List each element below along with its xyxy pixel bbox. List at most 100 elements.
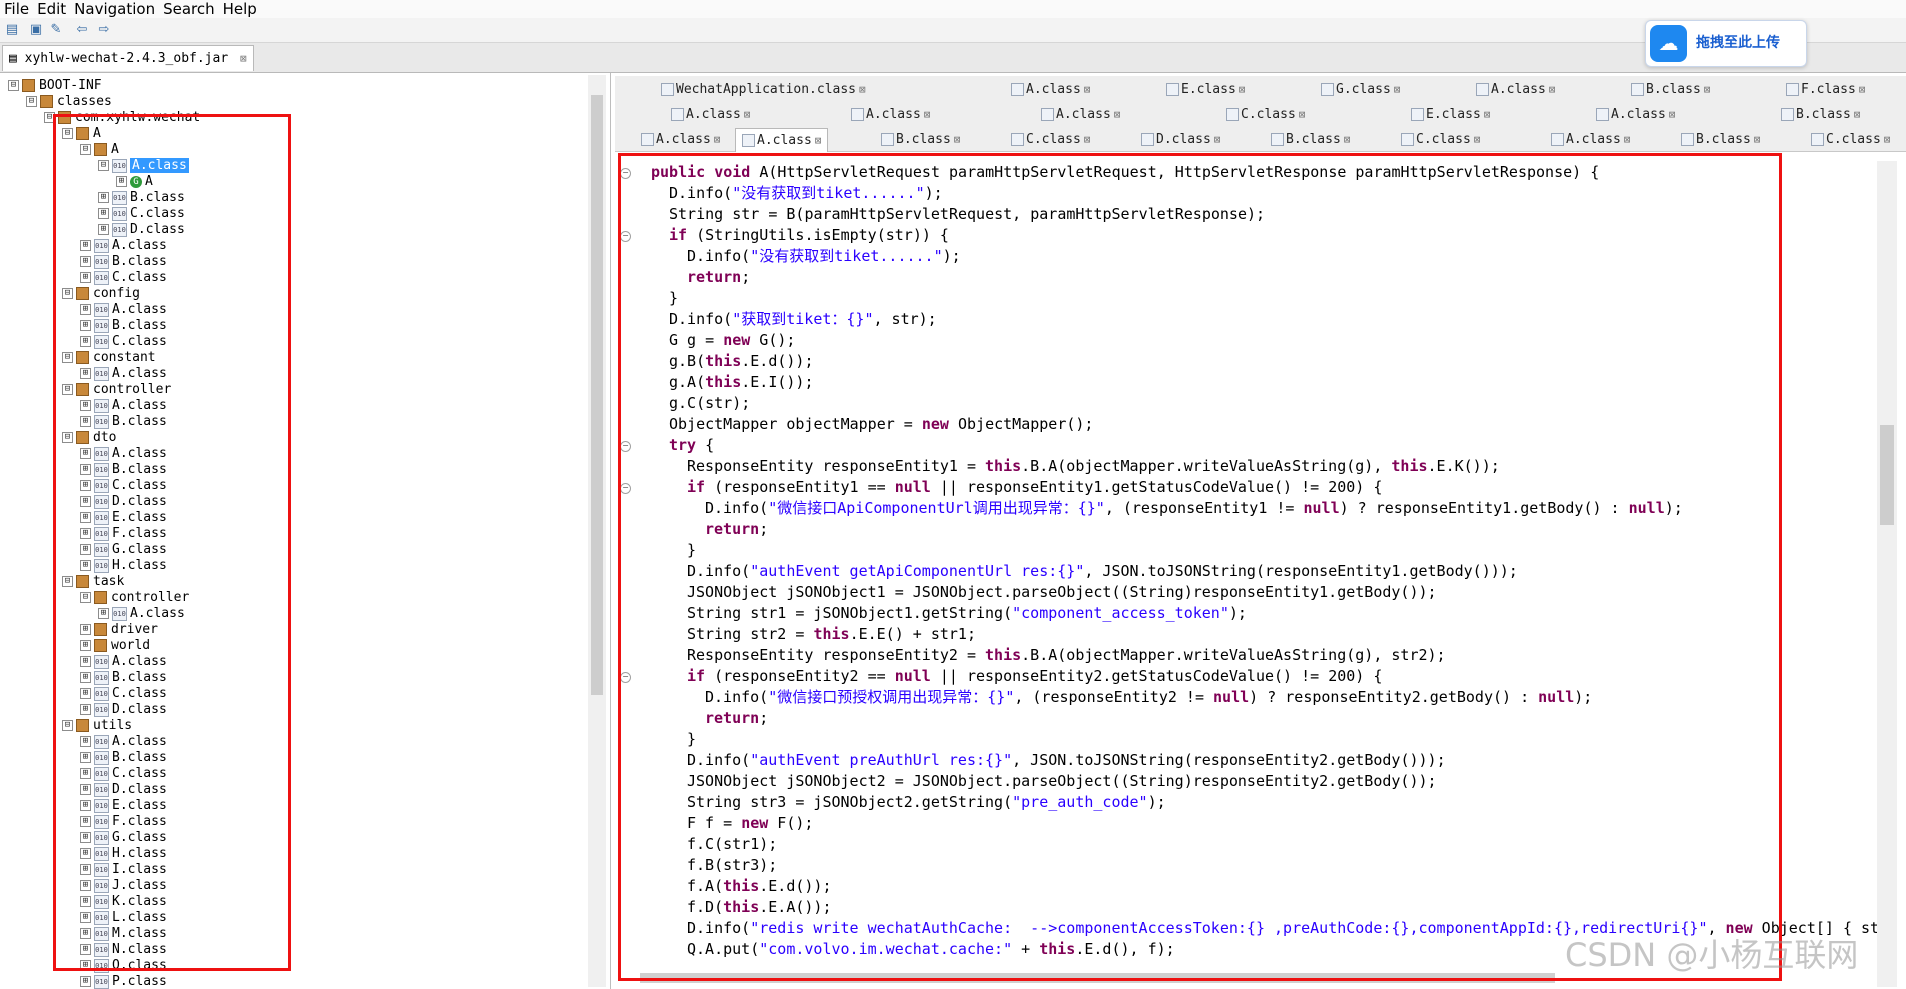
fold-toggle-icon[interactable]: −: [620, 231, 631, 242]
code-line[interactable]: String str2 = this.E.E() + str1;: [687, 624, 976, 645]
forward-arrow-icon[interactable]: ⇨: [96, 22, 112, 38]
expand-toggle-icon[interactable]: ⊞: [80, 528, 91, 539]
expand-toggle-icon[interactable]: ⊞: [80, 688, 91, 699]
tree-item[interactable]: ⊞ 010 D.class: [80, 782, 167, 798]
tree-item[interactable]: ⊞ 010 E.class: [80, 510, 167, 526]
close-icon[interactable]: ⊠: [1884, 133, 1891, 146]
expand-toggle-icon[interactable]: ⊞: [80, 512, 91, 523]
fold-toggle-icon[interactable]: −: [620, 168, 631, 179]
close-icon[interactable]: ⊠: [1214, 133, 1221, 146]
expand-toggle-icon[interactable]: ⊞: [80, 304, 91, 315]
code-line[interactable]: f.A(this.E.d());: [687, 876, 832, 897]
close-icon[interactable]: ⊠: [1299, 108, 1306, 121]
expand-toggle-icon[interactable]: ⊞: [80, 736, 91, 747]
tree-item[interactable]: ⊟ classes: [26, 94, 112, 110]
tree-item[interactable]: ⊞ 010 K.class: [80, 894, 167, 910]
tree-item[interactable]: ⊞ 010 A.class: [80, 654, 167, 670]
tree-item[interactable]: ⊞ 010 I.class: [80, 862, 167, 878]
editor-tab[interactable]: C.class ⊠: [1805, 128, 1896, 151]
expand-toggle-icon[interactable]: ⊞: [80, 832, 91, 843]
tree-item[interactable]: ⊞ 010 A.class: [80, 446, 167, 462]
expand-toggle-icon[interactable]: ⊟: [98, 160, 109, 171]
open-file-icon[interactable]: ▤: [4, 22, 20, 38]
tree-item[interactable]: ⊞ 010 A.class: [80, 366, 167, 382]
expand-toggle-icon[interactable]: ⊞: [80, 880, 91, 891]
close-icon[interactable]: ⊠: [1484, 108, 1491, 121]
editor-tab[interactable]: C.class ⊠: [1220, 103, 1311, 126]
close-icon[interactable]: ⊠: [1344, 133, 1351, 146]
expand-toggle-icon[interactable]: ⊞: [80, 976, 91, 987]
expand-toggle-icon[interactable]: ⊞: [80, 704, 91, 715]
expand-toggle-icon[interactable]: ⊞: [80, 240, 91, 251]
editor-tab[interactable]: C.class ⊠: [1395, 128, 1486, 151]
close-icon[interactable]: ⊠: [859, 83, 866, 96]
back-arrow-icon[interactable]: ⇦: [74, 22, 90, 38]
close-icon[interactable]: ⊠: [1084, 133, 1091, 146]
editor-tab[interactable]: A.class ⊠: [635, 128, 726, 151]
expand-toggle-icon[interactable]: ⊞: [80, 624, 91, 635]
code-line[interactable]: if (responseEntity1 == null || responseE…: [687, 477, 1382, 498]
expand-toggle-icon[interactable]: ⊟: [62, 576, 73, 587]
expand-toggle-icon[interactable]: ⊞: [80, 272, 91, 283]
editor-tab[interactable]: B.class ⊠: [1775, 103, 1866, 126]
expand-toggle-icon[interactable]: ⊞: [98, 224, 109, 235]
tree-item[interactable]: ⊞ 010 O.class: [80, 958, 167, 974]
close-icon[interactable]: ⊠: [240, 52, 247, 65]
menu-item[interactable]: Edit: [33, 1, 70, 17]
tree-item[interactable]: ⊞ 010 A.class: [80, 238, 167, 254]
close-icon[interactable]: ⊠: [1754, 133, 1761, 146]
wrench-icon[interactable]: ✎: [48, 22, 64, 38]
expand-toggle-icon[interactable]: ⊟: [62, 720, 73, 731]
code-line[interactable]: ResponseEntity responseEntity1 = this.B.…: [687, 456, 1500, 477]
fold-toggle-icon[interactable]: −: [620, 441, 631, 452]
expand-toggle-icon[interactable]: ⊞: [116, 176, 127, 187]
tree-item[interactable]: ⊞ 010 A.class: [80, 398, 167, 414]
tree-item[interactable]: ⊞ 010 B.class: [80, 670, 167, 686]
tree-item[interactable]: ⊟ A: [62, 126, 101, 142]
expand-toggle-icon[interactable]: ⊞: [80, 752, 91, 763]
expand-toggle-icon[interactable]: ⊞: [80, 416, 91, 427]
close-icon[interactable]: ⊠: [744, 108, 751, 121]
tree-item[interactable]: ⊞ 010 G.class: [80, 830, 167, 846]
code-line[interactable]: return;: [687, 267, 750, 288]
code-line[interactable]: Q.A.put("com.volvo.im.wechat.cache:" + t…: [687, 939, 1175, 960]
code-line[interactable]: g.B(this.E.d());: [669, 351, 814, 372]
editor-tab[interactable]: G.class ⊠: [1315, 78, 1406, 101]
tree-item[interactable]: ⊞ 010 C.class: [80, 766, 167, 782]
close-icon[interactable]: ⊠: [924, 108, 931, 121]
tree-item[interactable]: ⊞ 010 H.class: [80, 558, 167, 574]
tree-item[interactable]: ⊞ 010 N.class: [80, 942, 167, 958]
editor-tab[interactable]: A.class ⊠: [1590, 103, 1681, 126]
expand-toggle-icon[interactable]: ⊟: [62, 432, 73, 443]
expand-toggle-icon[interactable]: ⊞: [80, 256, 91, 267]
tree-item[interactable]: ⊟ task: [62, 574, 124, 590]
editor-tab[interactable]: A.class ⊠: [665, 103, 756, 126]
tree-item[interactable]: ⊞ 010 B.class: [80, 318, 167, 334]
expand-toggle-icon[interactable]: ⊟: [62, 352, 73, 363]
tree-item[interactable]: ⊞ 010 C.class: [80, 686, 167, 702]
expand-toggle-icon[interactable]: ⊞: [98, 208, 109, 219]
expand-toggle-icon[interactable]: ⊞: [80, 368, 91, 379]
code-line[interactable]: String str3 = jSONObject2.getString("pre…: [687, 792, 1166, 813]
code-line[interactable]: D.info("authEvent getApiComponentUrl res…: [687, 561, 1518, 582]
code-line[interactable]: D.info("没有获取到tiket......");: [687, 246, 961, 267]
code-line[interactable]: try {: [669, 435, 714, 456]
fold-toggle-icon[interactable]: −: [620, 483, 631, 494]
expand-toggle-icon[interactable]: ⊞: [80, 784, 91, 795]
tree-item[interactable]: ⊞ 010 B.class: [80, 414, 167, 430]
code-line[interactable]: g.A(this.E.I());: [669, 372, 814, 393]
tree-item[interactable]: ⊟ controller: [62, 382, 171, 398]
editor-tab[interactable]: B.class ⊠: [1625, 78, 1716, 101]
editor-tab[interactable]: WechatApplication.class ⊠: [655, 78, 872, 101]
code-line[interactable]: JSONObject jSONObject2 = JSONObject.pars…: [687, 771, 1437, 792]
expand-toggle-icon[interactable]: ⊟: [80, 592, 91, 603]
expand-toggle-icon[interactable]: ⊞: [80, 768, 91, 779]
tree-item[interactable]: ⊞ 010 H.class: [80, 846, 167, 862]
tree-scrollbar[interactable]: [588, 75, 606, 987]
code-line[interactable]: D.info("微信接口预授权调用出现异常：{}", (responseEnti…: [705, 687, 1592, 708]
code-line[interactable]: String str = B(paramHttpServletRequest, …: [669, 204, 1265, 225]
editor-tab[interactable]: B.class ⊠: [1265, 128, 1356, 151]
fold-toggle-icon[interactable]: −: [620, 672, 631, 683]
code-line[interactable]: if (responseEntity2 == null || responseE…: [687, 666, 1382, 687]
tree-item[interactable]: ⊟ BOOT-INF: [8, 78, 102, 94]
